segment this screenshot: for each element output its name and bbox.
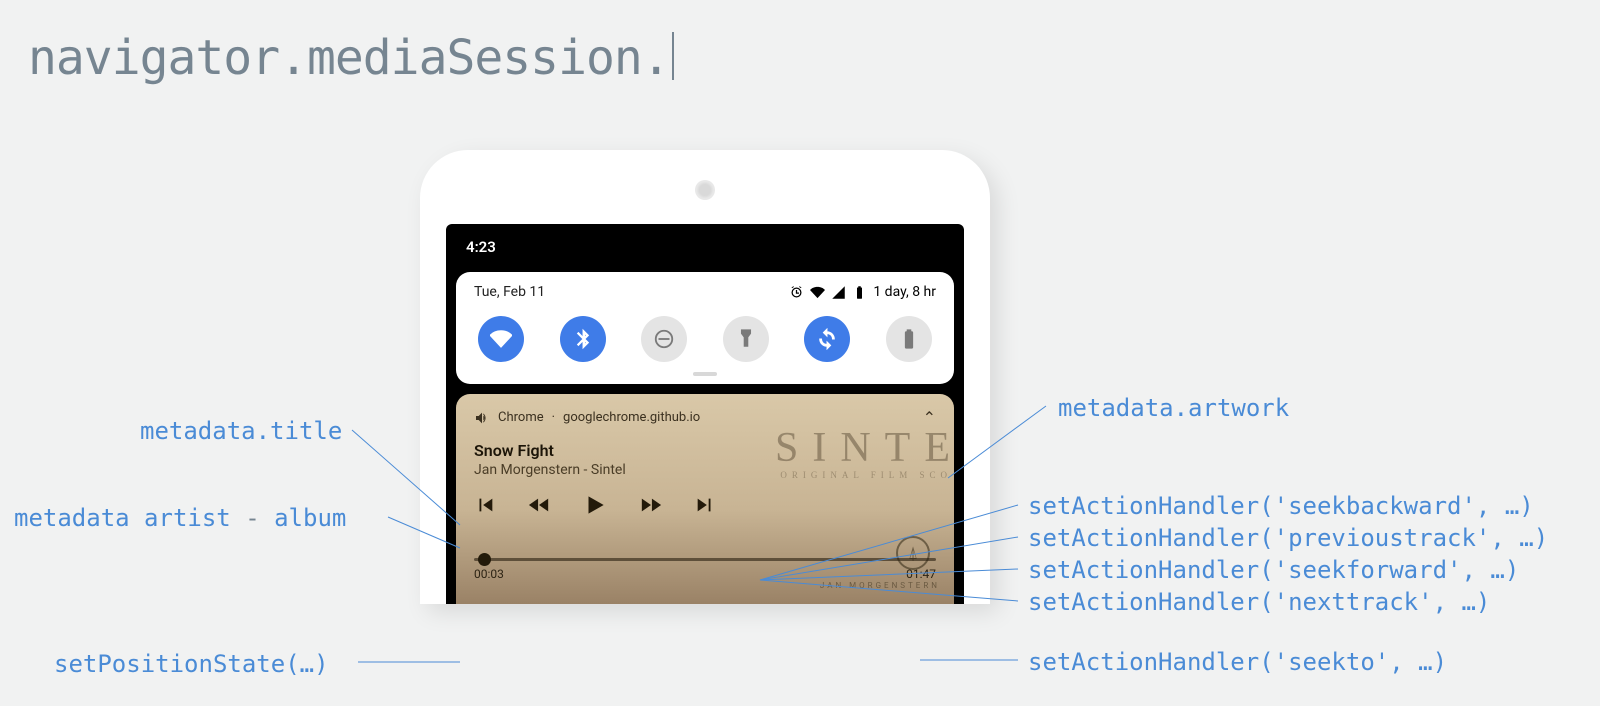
wifi-icon: [490, 328, 512, 350]
seek-forward-button[interactable]: [640, 494, 662, 520]
artwork-subtitle-ghost: ORIGINAL FILM SCO: [780, 470, 952, 480]
label-seekto: setActionHandler('seekto', …): [1028, 648, 1447, 676]
quick-settings-header: Tue, Feb 11 1 day, 8 hr: [474, 284, 936, 300]
qs-drag-handle-icon[interactable]: [693, 372, 717, 376]
duration-time: 01:47: [906, 567, 936, 581]
header-code-text: navigator.mediaSession.: [28, 30, 670, 86]
toggle-autorotate[interactable]: [804, 316, 850, 362]
progress-thumb-icon[interactable]: [478, 553, 491, 566]
toggle-dnd[interactable]: [641, 316, 687, 362]
seek-backward-icon: [528, 494, 550, 516]
toggle-flashlight[interactable]: [723, 316, 769, 362]
media-app-name: Chrome: [498, 410, 544, 425]
toggle-wifi[interactable]: [478, 316, 524, 362]
seek-backward-button[interactable]: [528, 494, 550, 520]
alarm-icon: [789, 285, 804, 300]
text-cursor-icon: [672, 32, 674, 80]
label-artist-prefix: metadata artist: [14, 504, 231, 532]
previous-track-button[interactable]: [474, 494, 496, 520]
qs-date: Tue, Feb 11: [474, 284, 545, 300]
progress-track: [474, 558, 936, 561]
label-artist-suffix: album: [274, 504, 346, 532]
elapsed-time: 00:03: [474, 567, 504, 581]
flashlight-icon: [735, 328, 757, 350]
wifi-status-icon: [810, 285, 825, 300]
media-progress[interactable]: 00:03 01:47: [474, 558, 936, 581]
media-origin: googlechrome.github.io: [563, 410, 700, 425]
play-icon: [582, 492, 608, 518]
volume-icon: [474, 410, 490, 426]
play-button[interactable]: [582, 492, 608, 522]
label-metadata-title: metadata.title: [140, 417, 342, 445]
qs-battery-text: 1 day, 8 hr: [873, 284, 936, 300]
media-header: Chrome · googlechrome.github.io ⌃: [474, 408, 936, 427]
previous-track-icon: [474, 494, 496, 516]
bluetooth-icon: [572, 328, 594, 350]
status-clock: 4:23: [466, 238, 496, 256]
toggle-bluetooth[interactable]: [560, 316, 606, 362]
battery-saver-icon: [898, 328, 920, 350]
label-previoustrack: setActionHandler('previoustrack', …): [1028, 524, 1548, 552]
phone-screen: 4:23 Tue, Feb 11 1 day, 8 hr: [446, 224, 964, 604]
dnd-icon: [653, 328, 675, 350]
phone-mockup: 4:23 Tue, Feb 11 1 day, 8 hr: [420, 150, 990, 604]
label-seekforward: setActionHandler('seekforward', …): [1028, 556, 1519, 584]
battery-icon: [852, 285, 867, 300]
label-metadata-artist-album: metadata artist - album: [14, 504, 346, 532]
label-set-position-state: setPositionState(…): [54, 650, 329, 678]
label-metadata-artwork: metadata.artwork: [1058, 394, 1289, 422]
status-bar: 4:23: [446, 224, 964, 266]
artwork-credit: JAN MORGENSTERN: [820, 581, 940, 590]
autorotate-icon: [816, 328, 838, 350]
quick-settings-panel: Tue, Feb 11 1 day, 8 hr: [456, 272, 954, 384]
page-header-code: navigator.mediaSession.: [28, 30, 674, 86]
label-nexttrack: setActionHandler('nexttrack', …): [1028, 588, 1490, 616]
label-seekbackward: setActionHandler('seekbackward', …): [1028, 492, 1534, 520]
media-notification: ORIGINAL FILM SCO Chrome · googlechrome.…: [456, 394, 954, 604]
seek-forward-icon: [640, 494, 662, 516]
next-track-button[interactable]: [694, 494, 716, 520]
label-artist-dash: -: [231, 504, 274, 532]
media-controls: [474, 492, 936, 522]
media-title: Snow Fight: [474, 441, 936, 460]
expand-icon[interactable]: ⌃: [923, 408, 936, 427]
next-track-icon: [694, 494, 716, 516]
qs-toggles: [474, 316, 936, 362]
phone-body: 4:23 Tue, Feb 11 1 day, 8 hr: [420, 150, 990, 604]
toggle-battery-saver[interactable]: [886, 316, 932, 362]
phone-speaker-icon: [695, 180, 715, 200]
progress-times: 00:03 01:47: [474, 567, 936, 581]
media-separator: ·: [552, 410, 555, 425]
signal-icon: [831, 285, 846, 300]
qs-status-icons: 1 day, 8 hr: [789, 284, 936, 300]
